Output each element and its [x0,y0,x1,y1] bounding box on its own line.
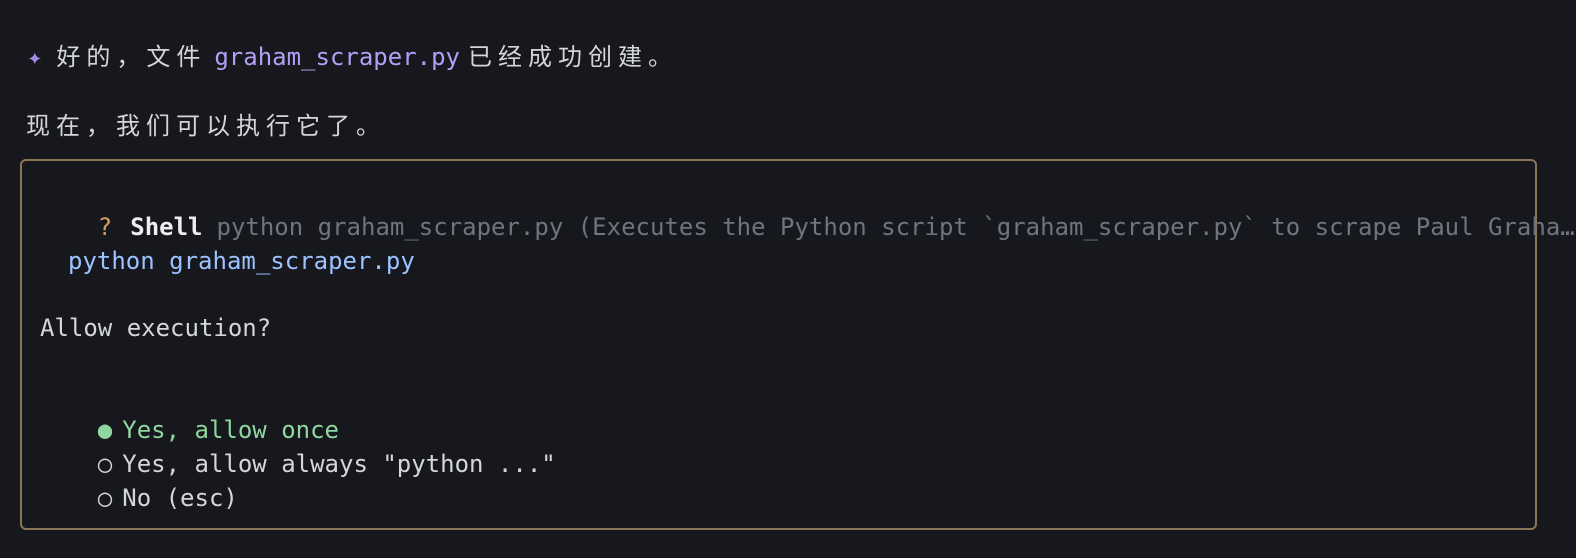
assistant-message: ✦ 好的，文件 graham_scraper.py 已经成功创建。 [0,6,678,77]
option-label: No (esc) [122,484,238,512]
filename-highlight: graham_scraper.py [214,43,460,71]
assistant-followup: 现在，我们可以执行它了。 [26,112,386,140]
command-preview: python graham_scraper.py [68,247,415,275]
question-mark-icon: ? [97,213,113,241]
option-deny[interactable]: ○ No (esc) [40,447,238,549]
radio-unselected-icon: ○ [97,484,113,512]
message-prefix: 好的，文件 [56,43,207,71]
permission-prompt: ? Shell python graham_scraper.py (Executes… [20,159,1575,530]
sparkle-icon: ✦ [27,49,49,70]
tool-description: python graham_scraper.py (Executes the P… [216,213,1575,241]
message-suffix: 已经成功创建。 [468,43,678,71]
allow-question: Allow execution? [40,314,272,342]
tool-name: Shell [130,213,203,241]
